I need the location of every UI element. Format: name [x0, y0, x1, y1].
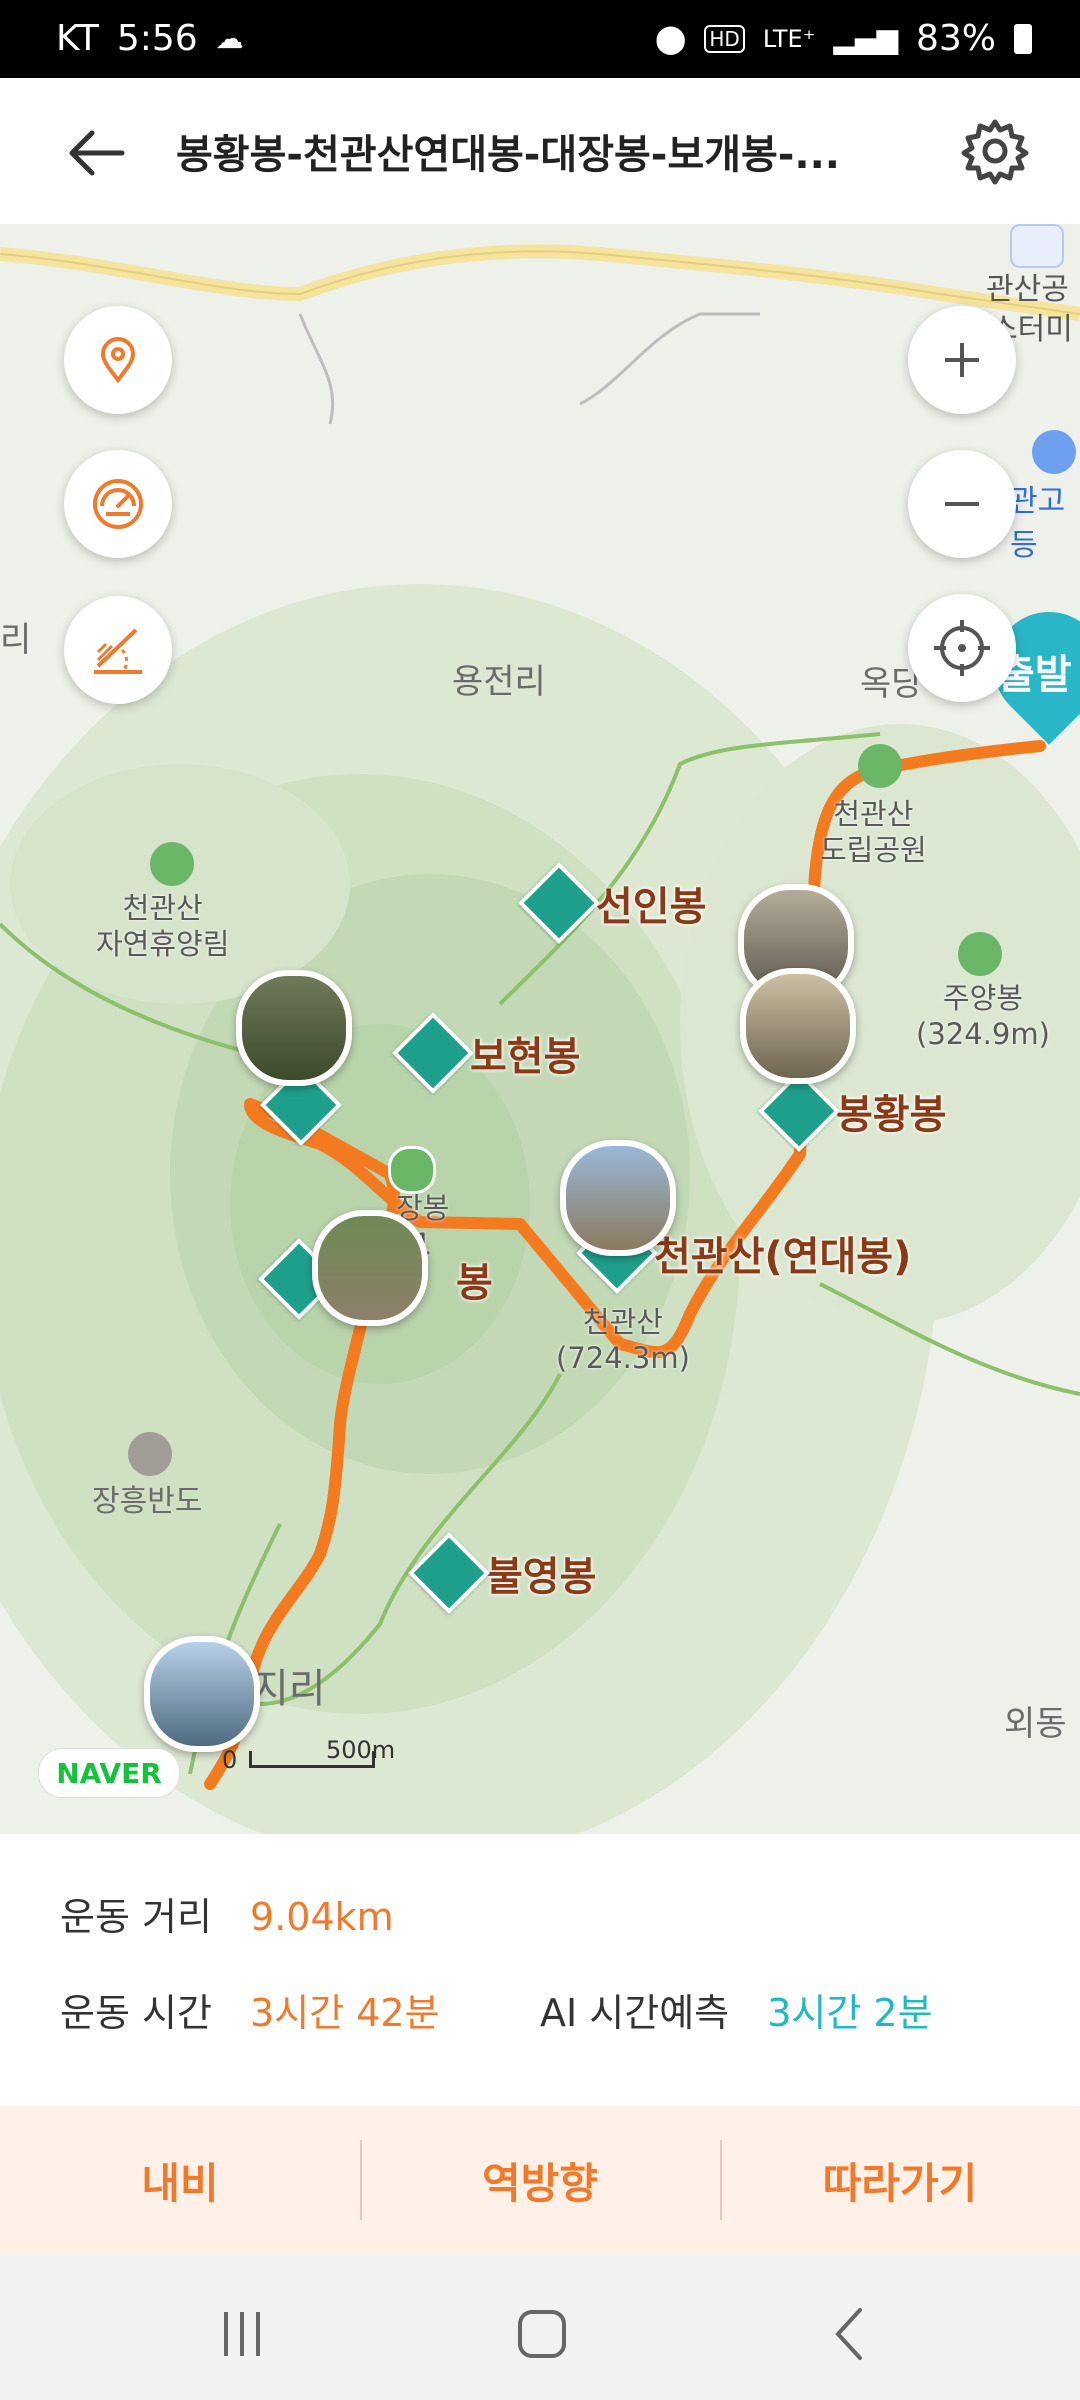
- photo-marker-bonghwang-2[interactable]: [740, 968, 856, 1084]
- home-button[interactable]: [512, 2304, 572, 2364]
- park-tree-icon: [858, 744, 902, 788]
- place-school: 관고등: [1010, 484, 1066, 563]
- carrier-label: KT: [56, 18, 99, 59]
- juyang-label: 주양봉 (324.9m): [916, 981, 1050, 1051]
- peak-bonghwang[interactable]: 봉황봉: [757, 1069, 946, 1153]
- battery-percent: 83%: [915, 18, 996, 59]
- elevation-button[interactable]: [64, 596, 172, 704]
- peak-marker-icon: [407, 1531, 491, 1615]
- naver-logo: NAVER: [38, 1748, 180, 1798]
- peak-bulyeong[interactable]: 불영봉: [407, 1531, 596, 1615]
- signal-icon: ▂▄▆: [833, 22, 898, 55]
- school-icon: [1032, 430, 1076, 474]
- map-scale: 0 500m: [222, 1736, 396, 1774]
- settings-button[interactable]: [960, 116, 1030, 186]
- speed-button[interactable]: [64, 450, 172, 558]
- cloud-sync-icon: ☁: [215, 22, 244, 55]
- distance-label: 운동 거리: [60, 1895, 212, 1939]
- place-jangheung: 장흥반도: [92, 1484, 203, 1519]
- location-status-icon: ⬤: [655, 22, 687, 55]
- forest-label: 천관산 자연휴양림: [96, 891, 230, 961]
- navi-button[interactable]: 내비: [0, 2106, 360, 2254]
- app-header: 봉황봉-천관산연대봉-대장봉-보개봉-...: [0, 78, 1080, 224]
- photo-marker-daejang[interactable]: [312, 1210, 428, 1326]
- speedometer-icon: [93, 479, 143, 529]
- zoom-out-icon: [945, 502, 979, 506]
- gear-icon: [961, 119, 1029, 185]
- recent-apps-icon: [224, 2312, 260, 2356]
- action-bar: 내비 역방향 따라가기: [0, 2106, 1080, 2254]
- forest-tree-icon: [150, 842, 194, 886]
- recent-apps-button[interactable]: [212, 2304, 272, 2364]
- hd-icon: HD: [704, 24, 745, 53]
- distance-value: 9.04km: [250, 1895, 394, 1939]
- photo-marker-start[interactable]: [144, 1636, 260, 1752]
- back-arrow-icon: [69, 130, 125, 176]
- mountain-icon: [958, 932, 1002, 976]
- zoom-in-icon: [945, 343, 979, 377]
- time-value: 3시간 42분: [250, 1991, 440, 2035]
- ai-value: 3시간 2분: [767, 1991, 933, 2035]
- flag-icon: [128, 1432, 172, 1476]
- place-ri: 리: [0, 620, 32, 660]
- network-type: LTE⁺: [762, 24, 816, 53]
- route-map[interactable]: 용전리 옥당 장흥반도 외동 지리 관산공 스터미 관고등 리 천관산 도립공원 …: [0, 224, 1080, 1834]
- summit-elevation-label: 천관산 (724.3m): [556, 1305, 690, 1375]
- place-gwansan: 관산공: [986, 272, 1069, 307]
- peak-marker-icon: [391, 1011, 475, 1095]
- trail-waypoint-icon: [388, 1146, 436, 1194]
- photo-marker-west[interactable]: [236, 970, 352, 1086]
- peak-marker-icon: [517, 861, 601, 945]
- distance-row: 운동 거리 9.04km: [60, 1886, 394, 1941]
- status-bar: KT 5:56 ☁ ⬤ HD LTE⁺ ▂▄▆ 83%: [0, 0, 1080, 78]
- zoom-in-button[interactable]: [908, 306, 1016, 414]
- route-stats-panel: 운동 거리 9.04km 운동 시간 3시간 42분 AI 시간예측 3시간 2…: [0, 1834, 1080, 2106]
- follow-button[interactable]: 따라가기: [720, 2106, 1080, 2254]
- place-yongjeon: 용전리: [452, 662, 546, 702]
- photo-marker-summit[interactable]: [560, 1140, 676, 1256]
- home-icon: [518, 2310, 566, 2358]
- crosshair-icon: [934, 620, 990, 676]
- peak-bohyeon[interactable]: 보현봉: [391, 1011, 580, 1095]
- location-pin-icon: [100, 337, 136, 384]
- back-button[interactable]: [62, 118, 142, 188]
- battery-icon: [1014, 23, 1032, 54]
- back-nav-icon: [835, 2308, 862, 2360]
- bus-terminal-icon: [1010, 224, 1064, 268]
- park-label: 천관산 도립공원: [820, 797, 927, 867]
- place-oedong: 외동: [1004, 1704, 1067, 1744]
- clock: 5:56: [116, 18, 198, 59]
- peak-seonin[interactable]: 선인봉: [517, 861, 706, 945]
- system-nav-bar: [0, 2254, 1080, 2400]
- reverse-button[interactable]: 역방향: [360, 2106, 720, 2254]
- elevation-icon: [94, 628, 142, 674]
- ai-prediction-row: AI 시간예측 3시간 2분: [540, 1982, 933, 2037]
- my-location-button[interactable]: [908, 594, 1016, 702]
- time-row: 운동 시간 3시간 42분: [60, 1982, 440, 2037]
- zoom-out-button[interactable]: [908, 450, 1016, 558]
- place-jiri: 지리: [252, 1666, 326, 1712]
- ai-label: AI 시간예측: [540, 1991, 730, 2035]
- back-nav-button[interactable]: [820, 2304, 880, 2364]
- page-title: 봉황봉-천관산연대봉-대장봉-보개봉-...: [176, 132, 840, 178]
- location-button[interactable]: [64, 306, 172, 414]
- time-label: 운동 시간: [60, 1991, 212, 2035]
